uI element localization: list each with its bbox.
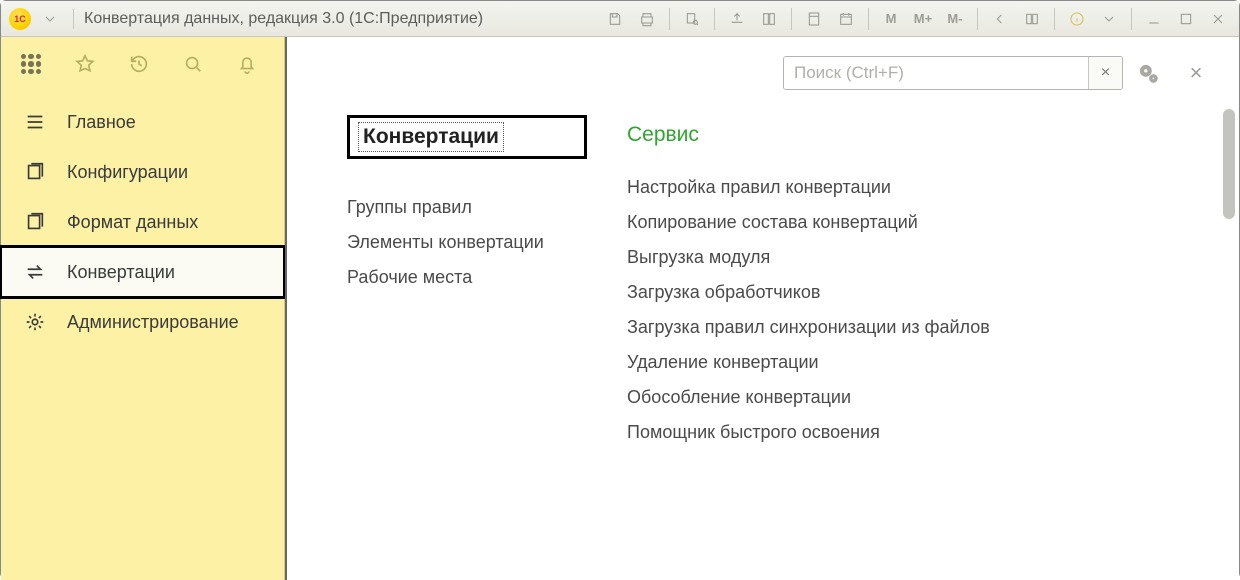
link-load-sync-rules[interactable]: Загрузка правил синхронизации из файлов	[627, 317, 1007, 338]
history-icon[interactable]	[127, 52, 151, 76]
link-isolate-conversion[interactable]: Обособление конвертации	[627, 387, 1007, 408]
stack-icon	[23, 160, 47, 184]
swap-icon	[23, 260, 47, 284]
favorite-icon[interactable]	[73, 52, 97, 76]
column-service: Сервис Настройка правил конвертации Копи…	[627, 115, 1007, 560]
sidebar-item-label: Администрирование	[67, 312, 239, 333]
sidebar-item-admin[interactable]: Администрирование	[1, 297, 284, 347]
settings-gears-icon[interactable]	[1133, 58, 1163, 88]
upload-icon[interactable]	[724, 6, 750, 32]
link-export-module[interactable]: Выгрузка модуля	[627, 247, 1007, 268]
scrollbar-thumb[interactable]	[1223, 109, 1235, 219]
search-clear-button[interactable]: ×	[1088, 57, 1122, 89]
window-title: Конвертация данных, редакция 3.0 (1С:Пре…	[84, 10, 483, 28]
sidebar-item-label: Главное	[67, 112, 136, 133]
search-box: ×	[783, 56, 1123, 90]
link-onboarding-helper[interactable]: Помощник быстрого освоения	[627, 422, 1007, 443]
sidebar-item-main[interactable]: Главное	[1, 97, 284, 147]
link-load-handlers[interactable]: Загрузка обработчиков	[627, 282, 1007, 303]
titlebar: Конвертация данных, редакция 3.0 (1С:Пре…	[1, 1, 1239, 37]
sidebar-nav: Главное Конфигурации Формат данных Конве…	[1, 91, 284, 347]
back-icon[interactable]	[987, 6, 1013, 32]
content-area: × × Конвертации Группы правил Эл	[285, 37, 1239, 580]
link-configure-rules[interactable]: Настройка правил конвертации	[627, 177, 1007, 198]
search-icon[interactable]	[181, 52, 205, 76]
window-minimize[interactable]	[1141, 6, 1167, 32]
sidebar-item-label: Конфигурации	[67, 162, 188, 183]
separator	[73, 9, 74, 29]
section-heading-service: Сервис	[627, 115, 1007, 147]
preview-icon[interactable]	[679, 6, 705, 32]
link-copy-composition[interactable]: Копирование состава конвертаций	[627, 212, 1007, 233]
app-icon	[9, 8, 31, 30]
menu-icon	[23, 110, 47, 134]
bell-icon[interactable]	[235, 52, 259, 76]
link-workplaces[interactable]: Рабочие места	[347, 267, 587, 288]
sidebar-item-convert[interactable]: Конвертации	[1, 247, 284, 297]
section-heading-conversions[interactable]: Конвертации	[347, 115, 587, 159]
sidebar-item-label: Конвертации	[67, 262, 175, 283]
sidebar-item-format[interactable]: Формат данных	[1, 197, 284, 247]
sidebar-item-config[interactable]: Конфигурации	[1, 147, 284, 197]
gear-icon	[23, 310, 47, 334]
link-rule-groups[interactable]: Группы правил	[347, 197, 587, 218]
content-toolbar: × ×	[287, 37, 1239, 109]
memory-m[interactable]: M	[878, 6, 904, 32]
print-icon[interactable]	[634, 6, 660, 32]
link-conversion-elements[interactable]: Элементы конвертации	[347, 232, 587, 253]
sidebar-item-label: Формат данных	[67, 212, 198, 233]
stack-icon	[23, 210, 47, 234]
vertical-scrollbar[interactable]	[1223, 109, 1235, 572]
calculator-icon[interactable]	[801, 6, 827, 32]
memory-m-plus[interactable]: M+	[910, 6, 936, 32]
calendar-icon[interactable]	[833, 6, 859, 32]
info-dropdown-icon[interactable]	[1096, 6, 1122, 32]
panels-icon[interactable]	[1019, 6, 1045, 32]
window-close[interactable]	[1205, 6, 1231, 32]
window-maximize[interactable]	[1173, 6, 1199, 32]
memory-m-minus[interactable]: M-	[942, 6, 968, 32]
panel-close-button[interactable]: ×	[1183, 60, 1209, 86]
sidebar-toolbar	[1, 37, 284, 91]
sidebar: Главное Конфигурации Формат данных Конве…	[1, 37, 285, 580]
dropdown-icon[interactable]	[37, 6, 63, 32]
info-icon[interactable]	[1064, 6, 1090, 32]
link-delete-conversion[interactable]: Удаление конвертации	[627, 352, 1007, 373]
apps-icon[interactable]	[19, 52, 43, 76]
save-icon[interactable]	[602, 6, 628, 32]
search-input[interactable]	[784, 57, 1088, 89]
column-conversions: Конвертации Группы правил Элементы конве…	[347, 115, 587, 560]
compare-icon[interactable]	[756, 6, 782, 32]
